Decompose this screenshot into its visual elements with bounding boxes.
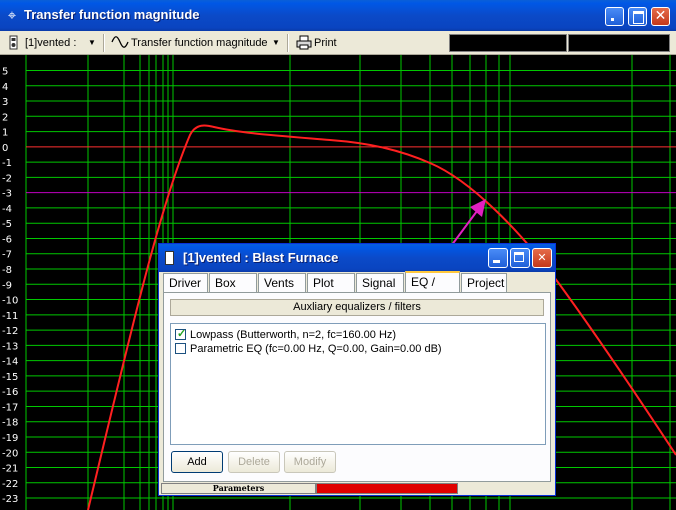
y-tick-label: -21 (2, 464, 18, 475)
y-tick-label: -20 (2, 448, 18, 459)
filter-checkbox[interactable] (175, 343, 186, 354)
dialog-maximize-button[interactable] (510, 248, 530, 268)
y-tick-label: -7 (2, 250, 12, 261)
project-dialog: [1]vented : Blast Furnace ✕ Driver Box V… (158, 243, 556, 496)
modify-button[interactable]: Modify (284, 451, 336, 473)
filter-label: Parametric EQ (fc=0.00 Hz, Q=0.00, Gain=… (190, 343, 442, 355)
y-tick-label: -16 (2, 387, 18, 398)
y-tick-label: -2 (2, 173, 12, 184)
arrowhead-icon (470, 199, 486, 217)
toolbar: [1]vented : ▼ Transfer function magnitud… (0, 31, 676, 55)
sine-wave-icon (111, 35, 129, 51)
chevron-down-icon[interactable]: ▼ (272, 35, 280, 51)
y-tick-label: 4 (2, 82, 8, 93)
y-tick-label: 0 (2, 143, 8, 154)
tab-plot[interactable]: Plot (307, 273, 355, 292)
close-button[interactable]: ✕ (651, 7, 670, 26)
crosshair-icon: ⌖ (7, 6, 17, 24)
print-button[interactable]: Print (314, 35, 337, 51)
tab-project[interactable]: Project (461, 273, 507, 292)
minimize-button[interactable] (605, 7, 624, 26)
window-title: Transfer function magnitude (24, 7, 200, 22)
toolbar-separator (103, 34, 105, 52)
section-header: Auxliary equalizers / filters (170, 299, 544, 316)
minimize-icon (611, 18, 614, 21)
readout-box (449, 34, 567, 52)
maximize-icon (633, 11, 644, 24)
y-tick-label: -4 (2, 204, 12, 215)
y-tick-label: -10 (2, 296, 18, 307)
minimize-icon (493, 260, 500, 263)
y-tick-label: -1 (2, 158, 12, 169)
close-icon: ✕ (654, 8, 667, 24)
dialog-title-bar[interactable]: [1]vented : Blast Furnace ✕ (159, 244, 555, 272)
project-icon (9, 35, 19, 51)
tab-driver[interactable]: Driver (163, 273, 208, 292)
y-tick-label: -5 (2, 219, 12, 230)
y-tick-label: -13 (2, 341, 18, 352)
y-tick-label: -12 (2, 326, 18, 337)
filter-list[interactable]: ✓ Lowpass (Butterworth, n=2, fc=160.00 H… (170, 323, 546, 445)
readout-box (568, 34, 670, 52)
y-tick-label: -23 (2, 494, 18, 505)
y-tick-label: -22 (2, 479, 18, 490)
maximize-button[interactable] (628, 7, 647, 26)
tab-box[interactable]: Box (209, 273, 257, 292)
eq-filter-panel: Auxliary equalizers / filters ✓ Lowpass … (163, 292, 551, 482)
printer-icon[interactable] (296, 35, 312, 51)
status-label: Parameters (161, 483, 316, 494)
tab-signal[interactable]: Signal (356, 273, 404, 292)
y-tick-label: -8 (2, 265, 12, 276)
maximize-icon (514, 252, 524, 262)
toolbar-separator (287, 34, 289, 52)
y-tick-label: -15 (2, 372, 18, 383)
y-tick-label: 2 (2, 112, 8, 123)
y-tick-label: -9 (2, 280, 12, 291)
chevron-down-icon[interactable]: ▼ (88, 35, 96, 51)
project-select[interactable]: [1]vented : (25, 35, 76, 51)
filter-label: Lowpass (Butterworth, n=2, fc=160.00 Hz) (190, 329, 397, 341)
y-tick-label: -6 (2, 234, 12, 245)
view-select[interactable]: Transfer function magnitude (131, 35, 268, 51)
filter-checkbox[interactable]: ✓ (175, 328, 187, 340)
dialog-minimize-button[interactable] (488, 248, 508, 268)
add-button[interactable]: Add (171, 451, 223, 473)
y-tick-label: -14 (2, 357, 18, 368)
y-tick-label: -3 (2, 189, 12, 200)
dialog-close-button[interactable]: ✕ (532, 248, 552, 268)
tab-eq-filter[interactable]: EQ / Filter (405, 271, 460, 308)
checkmark-icon: ✓ (177, 328, 187, 340)
y-tick-label: -18 (2, 418, 18, 429)
dialog-title: [1]vented : Blast Furnace (183, 250, 339, 265)
progress-bar (316, 483, 458, 494)
y-tick-label: 1 (2, 128, 8, 139)
y-tick-label: -11 (2, 311, 18, 322)
project-icon (165, 251, 174, 265)
title-bar: ⌖ Transfer function magnitude ✕ (0, 0, 676, 31)
close-icon: ✕ (537, 251, 547, 264)
status-bar: Parameters (161, 483, 553, 494)
y-tick-label: 3 (2, 97, 8, 108)
tab-vents[interactable]: Vents (258, 273, 306, 292)
y-tick-label: -17 (2, 402, 18, 413)
y-tick-label: 5 (2, 67, 8, 78)
y-tick-label: -19 (2, 433, 18, 444)
delete-button[interactable]: Delete (228, 451, 280, 473)
